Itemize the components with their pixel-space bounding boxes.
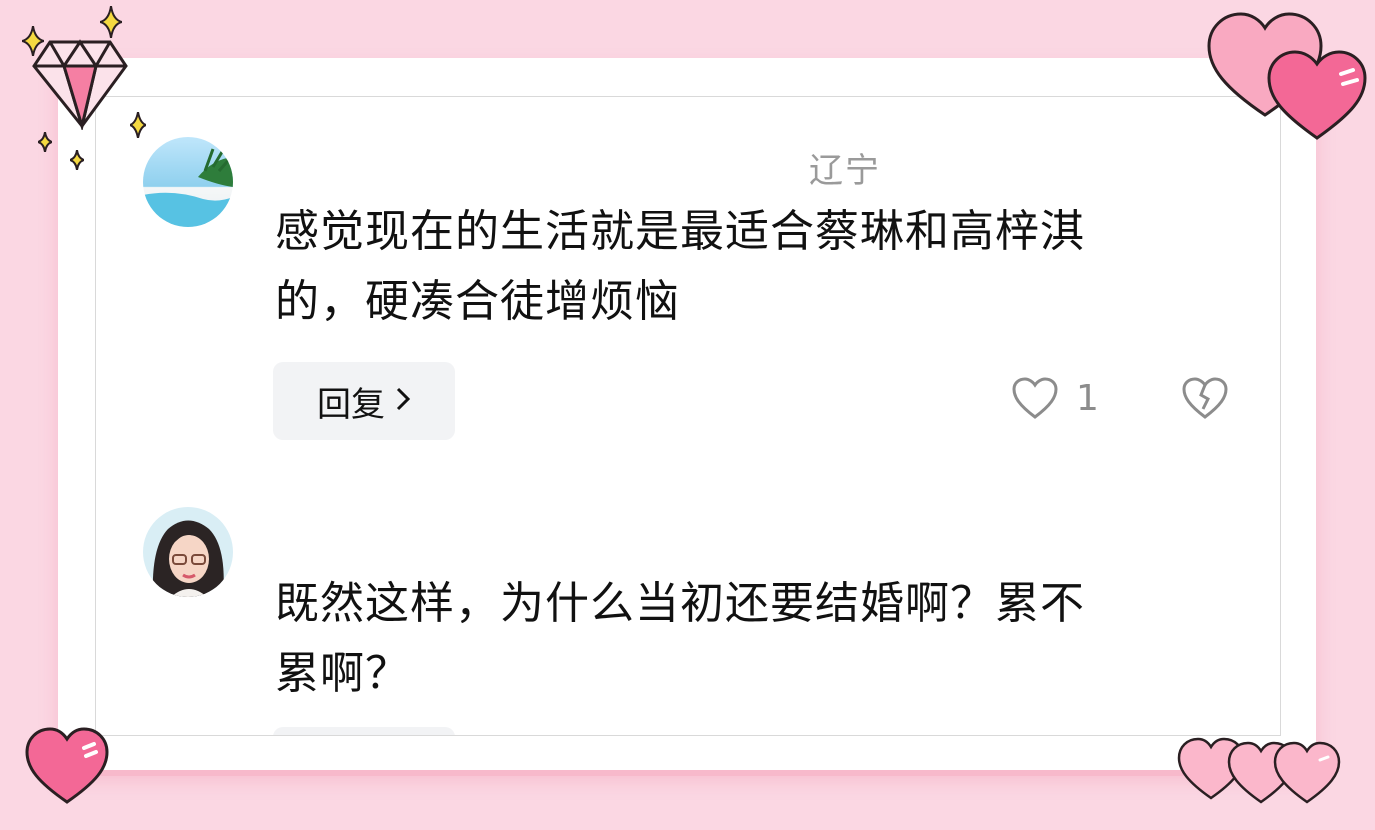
comment-text-line: 既然这样，为什么当初还要结婚啊？累不 (275, 578, 1085, 629)
comment-list: 辽宁 感觉现在的生活就是最适合蔡琳和高梓淇 的，硬凑合徒增烦恼 回复 1 既然这… (95, 96, 1281, 736)
reply-button[interactable]: 回复 (273, 362, 455, 440)
heart-icon (1011, 377, 1059, 425)
comment-text: 既然这样，为什么当初还要结婚啊？累不 累啊？ (275, 569, 1225, 709)
sparkle-icon (99, 5, 123, 42)
sparkle-icon (21, 25, 45, 60)
dislike-button[interactable] (1181, 377, 1229, 425)
chevron-right-icon (395, 381, 411, 421)
comment-location: 辽宁 (809, 151, 881, 191)
like-count: 1 (1076, 378, 1099, 419)
heart-icon (1265, 48, 1369, 146)
sparkle-icon (66, 149, 88, 174)
reply-button[interactable] (273, 727, 455, 735)
sparkle-icon (126, 111, 150, 142)
comment-text-line: 累啊？ (275, 648, 410, 699)
comment-text-line: 感觉现在的生活就是最适合蔡琳和高梓淇 (275, 206, 1085, 257)
broken-heart-icon (1181, 377, 1229, 425)
comment-text-line: 的，硬凑合徒增烦恼 (275, 276, 680, 327)
sparkle-icon (34, 131, 56, 156)
diamond-icon (30, 38, 130, 134)
reply-label: 回复 (317, 384, 385, 425)
avatar[interactable] (143, 507, 233, 597)
heart-icon (24, 726, 110, 810)
comment-text: 感觉现在的生活就是最适合蔡琳和高梓淇 的，硬凑合徒增烦恼 (275, 197, 1225, 337)
like-button[interactable] (1011, 377, 1059, 425)
avatar[interactable] (143, 137, 233, 227)
heart-icon (1272, 740, 1342, 810)
